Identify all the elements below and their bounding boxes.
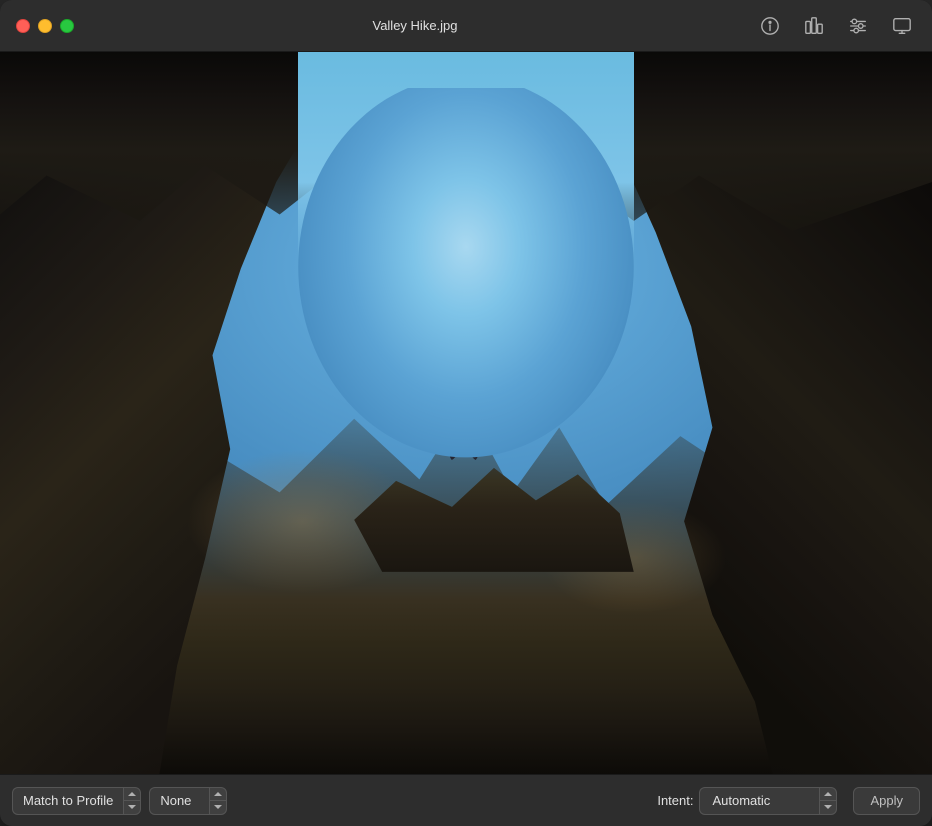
profile-select-group: None <box>149 787 227 815</box>
display-icon[interactable] <box>888 12 916 40</box>
match-profile-stepper[interactable] <box>123 787 141 815</box>
intent-select-wrapper: Automatic <box>699 787 837 815</box>
intent-stepper-up[interactable] <box>820 788 836 802</box>
match-profile-label: Match to Profile <box>12 787 123 815</box>
bottom-bar: Match to Profile None <box>0 774 932 826</box>
minimize-button[interactable] <box>38 19 52 33</box>
sky-opening <box>280 88 653 485</box>
match-profile-group: Match to Profile <box>12 787 141 815</box>
apply-button[interactable]: Apply <box>853 787 920 815</box>
intent-label: Intent: <box>657 793 693 808</box>
intent-select-value: Automatic <box>699 787 819 815</box>
match-profile-up[interactable] <box>124 788 140 802</box>
intent-group: Intent: Automatic <box>657 787 837 815</box>
adjustments-icon[interactable] <box>844 12 872 40</box>
app-window: Valley Hike.jpg <box>0 0 932 826</box>
photo-scene <box>0 52 932 774</box>
info-icon[interactable] <box>756 12 784 40</box>
match-profile-down[interactable] <box>124 801 140 814</box>
intent-down-icon <box>824 805 832 809</box>
traffic-lights <box>16 19 74 33</box>
profile-select-value: None <box>149 787 209 815</box>
histogram-icon[interactable] <box>800 12 828 40</box>
maximize-button[interactable] <box>60 19 74 33</box>
profile-stepper[interactable] <box>209 787 227 815</box>
profile-stepper-up[interactable] <box>210 788 226 802</box>
close-button[interactable] <box>16 19 30 33</box>
intent-stepper-down[interactable] <box>820 801 836 814</box>
profile-stepper-down[interactable] <box>210 801 226 814</box>
image-area <box>0 52 932 774</box>
intent-up-icon <box>824 792 832 796</box>
toolbar-icons <box>756 12 916 40</box>
profile-up-icon <box>214 792 222 796</box>
intent-stepper[interactable] <box>819 787 837 815</box>
window-title: Valley Hike.jpg <box>74 18 756 33</box>
chevron-down-icon <box>128 805 136 809</box>
profile-down-icon <box>214 805 222 809</box>
titlebar: Valley Hike.jpg <box>0 0 932 52</box>
chevron-up-icon <box>128 792 136 796</box>
